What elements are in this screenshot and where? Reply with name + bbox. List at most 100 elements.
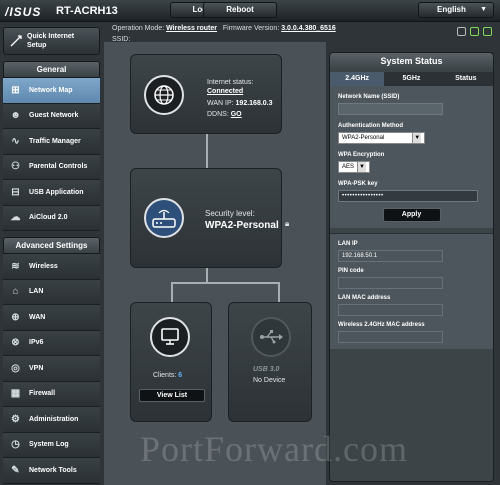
firmware-label: Firmware Version: — [222, 25, 280, 32]
language-select[interactable]: English ▼ — [418, 2, 494, 18]
usb-application-icon: ⊟ — [11, 186, 20, 198]
wan-ip-row: WAN IP: 192.168.0.3 — [207, 99, 273, 108]
sidebar-item-firewall[interactable]: ▦ Firewall — [3, 381, 100, 407]
psk-label: WPA-PSK key — [338, 181, 378, 187]
lock-icon: 🔒︎ — [285, 219, 290, 228]
reboot-button[interactable]: Reboot — [203, 2, 277, 18]
wan-ip-label: WAN IP: — [207, 100, 234, 107]
computer-icon — [150, 317, 190, 357]
sidebar-item-lan[interactable]: ⌂ LAN — [3, 279, 100, 305]
wireless-status-icon[interactable] — [483, 27, 492, 36]
usb-status: No Device — [253, 377, 286, 384]
wan-icon: ⊕ — [11, 311, 20, 323]
system-log-icon: ◷ — [11, 439, 20, 451]
administration-icon: ⚙ — [11, 413, 20, 425]
network-map: Internet status: Connected WAN IP: 192.1… — [104, 42, 326, 485]
network-status-icon[interactable] — [470, 27, 479, 36]
general-section-title: General — [3, 61, 100, 78]
tab-status[interactable]: Status — [438, 72, 493, 86]
sidebar-item-label: Wireless — [29, 262, 58, 270]
clients-count[interactable]: 6 — [178, 372, 182, 379]
usb-status-icon[interactable] — [457, 27, 466, 36]
quick-internet-setup-button[interactable]: Quick Internet Setup — [3, 27, 100, 55]
security-level-value: WPA2-Personal — [205, 220, 279, 231]
internet-status-label: Internet status: — [207, 79, 254, 86]
sidebar-item-parental-controls[interactable]: ⚇ Parental Controls — [3, 154, 100, 180]
op-mode-label: Operation Mode: — [112, 25, 165, 32]
advanced-nav: ≋ Wireless ⌂ LAN ⊕ WAN ⊗ IPv6 ◎ VPN ▦ Fi… — [3, 254, 100, 484]
clients-card[interactable]: Clients: 6 View List — [130, 302, 212, 422]
security-level-label: Security level: — [205, 209, 255, 218]
sidebar-item-label: System Log — [29, 441, 69, 449]
network-name-input[interactable] — [338, 103, 443, 115]
sidebar-item-label: WAN — [29, 313, 46, 321]
model-name: RT-ACRH13 — [56, 5, 118, 17]
sidebar-item-system-log[interactable]: ◷ System Log — [3, 432, 100, 458]
wan-ip-value: 192.168.0.3 — [235, 100, 273, 107]
wireless-icon: ≋ — [11, 260, 20, 272]
sidebar-item-label: Administration — [29, 415, 79, 423]
network-name-label: Network Name (SSID) — [338, 94, 400, 100]
sidebar-item-ipv6[interactable]: ⊗ IPv6 — [3, 330, 100, 356]
ddns-label: DDNS: — [207, 111, 229, 118]
sidebar-item-usb-application[interactable]: ⊟ USB Application — [3, 180, 100, 206]
quick-setup-label: Quick Internet Setup — [27, 33, 75, 49]
chevron-down-icon: ▼ — [357, 162, 367, 172]
vpn-icon: ◎ — [11, 362, 20, 374]
sidebar-item-vpn[interactable]: ◎ VPN — [3, 356, 100, 382]
sidebar-item-administration[interactable]: ⚙ Administration — [3, 407, 100, 433]
tab-2-4ghz[interactable]: 2.4GHz — [330, 72, 385, 86]
top-bar: /ISUS RT-ACRH13 Logout Reboot English ▼ — [0, 0, 500, 22]
network-tools-icon: ✎ — [11, 464, 20, 476]
usb-label: USB 3.0 — [253, 366, 280, 373]
internet-status-card[interactable]: Internet status: Connected WAN IP: 192.1… — [130, 54, 282, 134]
watermark-text: PortForward.com — [140, 429, 408, 469]
sidebar-item-aicloud[interactable]: ☁ AiCloud 2.0 — [3, 205, 100, 231]
guest-network-icon: ☻ — [10, 110, 21, 122]
connector-line — [171, 282, 173, 302]
advanced-section-title: Advanced Settings — [3, 237, 100, 254]
router-security-card[interactable]: Security level: WPA2-Personal 🔒︎ — [130, 168, 289, 268]
wireless-settings-form: Network Name (SSID) Authentication Metho… — [330, 86, 493, 228]
internet-status-link[interactable]: Connected — [207, 87, 243, 96]
aicloud-icon: ☁ — [10, 212, 21, 224]
sidebar-item-guest-network[interactable]: ☻ Guest Network — [3, 103, 100, 129]
firmware-link[interactable]: 3.0.0.4.380_6516 — [281, 25, 336, 32]
sidebar-item-label: VPN — [29, 364, 44, 372]
wpa-encryption-value: AES — [342, 164, 355, 170]
wpa-encryption-label: WPA Encryption — [338, 152, 385, 158]
sidebar-item-wireless[interactable]: ≋ Wireless — [3, 254, 100, 280]
general-nav: ⊞ Network Map ☻ Guest Network ∿ Traffic … — [3, 78, 100, 231]
view-list-button[interactable]: View List — [139, 389, 205, 402]
asus-logo: /ISUS — [5, 5, 42, 19]
auth-method-select[interactable]: WPA2-Personal ▼ — [338, 132, 426, 144]
sidebar-item-network-tools[interactable]: ✎ Network Tools — [3, 458, 100, 484]
sidebar-item-traffic-manager[interactable]: ∿ Traffic Manager — [3, 129, 100, 155]
lan-info: LAN IP 192.168.50.1 PIN code LAN MAC add… — [330, 233, 493, 349]
sidebar: Quick Internet Setup General ⊞ Network M… — [3, 27, 100, 484]
chevron-down-icon: ▼ — [480, 6, 487, 13]
psk-input[interactable]: •••••••••••••••• — [338, 190, 478, 202]
sidebar-item-label: Parental Controls — [29, 163, 88, 171]
tab-5ghz[interactable]: 5GHz — [384, 72, 439, 86]
sidebar-item-wan[interactable]: ⊕ WAN — [3, 305, 100, 331]
system-status-panel: System Status 2.4GHz 5GHz Status Network… — [329, 52, 494, 482]
apply-button[interactable]: Apply — [382, 208, 441, 222]
op-mode-link[interactable]: Wireless router — [166, 25, 217, 32]
sidebar-item-label: Guest Network — [29, 112, 79, 120]
router-icon — [144, 198, 184, 238]
usb-card[interactable]: USB 3.0 No Device — [228, 302, 312, 422]
sidebar-item-network-map[interactable]: ⊞ Network Map — [3, 78, 100, 104]
sidebar-item-label: Network Tools — [29, 466, 77, 474]
network-map-icon: ⊞ — [11, 84, 20, 96]
parental-controls-icon: ⚇ — [11, 161, 20, 173]
lan-ip-label: LAN IP — [338, 241, 358, 247]
sidebar-item-label: LAN — [29, 288, 44, 296]
traffic-manager-icon: ∿ — [11, 135, 20, 147]
ipv6-icon: ⊗ — [11, 337, 20, 349]
ddns-link[interactable]: GO — [231, 111, 242, 118]
system-status-title: System Status — [330, 53, 493, 69]
band-tabs: 2.4GHz 5GHz Status — [330, 72, 493, 86]
wpa-encryption-select[interactable]: AES ▼ — [338, 161, 371, 173]
auth-method-label: Authentication Method — [338, 123, 403, 129]
